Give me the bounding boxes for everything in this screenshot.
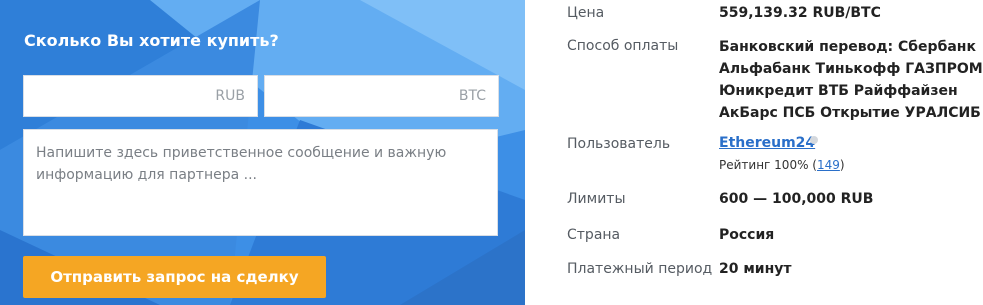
- panel-title: Сколько Вы хотите купить?: [24, 31, 279, 50]
- limits-value: 600 — 100,000 RUB: [719, 191, 874, 207]
- user-label: Пользователь: [567, 136, 671, 152]
- send-request-button[interactable]: Отправить запрос на сделку: [23, 256, 326, 298]
- buy-form-panel: Сколько Вы хотите купить? Отправить запр…: [0, 0, 525, 305]
- user-profile-link[interactable]: Ethereum24: [719, 135, 815, 151]
- price-value: 559,139.32 RUB/BTC: [719, 5, 881, 21]
- online-status-icon: [810, 136, 818, 144]
- country-value: Россия: [719, 227, 775, 243]
- price-label: Цена: [567, 5, 605, 21]
- rating-suffix: ): [839, 158, 845, 172]
- rub-amount-field[interactable]: [23, 75, 258, 117]
- btc-amount-field[interactable]: [264, 75, 499, 117]
- message-input[interactable]: [24, 130, 497, 235]
- payment-method-label: Способ оплаты: [567, 38, 679, 54]
- payment-period-label: Платежный период: [567, 261, 713, 277]
- rub-amount-input[interactable]: [24, 76, 257, 116]
- rating-prefix: Рейтинг 100% (: [719, 158, 817, 172]
- country-label: Страна: [567, 227, 621, 243]
- user-rating: Рейтинг 100% (149): [719, 158, 845, 172]
- limits-label: Лимиты: [567, 191, 626, 207]
- btc-amount-input[interactable]: [265, 76, 498, 116]
- payment-period-value: 20 минут: [719, 261, 792, 277]
- message-box[interactable]: [23, 129, 498, 236]
- payment-methods-value: Банковский перевод: Сбербанк Альфабанк Т…: [719, 39, 983, 121]
- rating-count-link[interactable]: 149: [817, 158, 840, 172]
